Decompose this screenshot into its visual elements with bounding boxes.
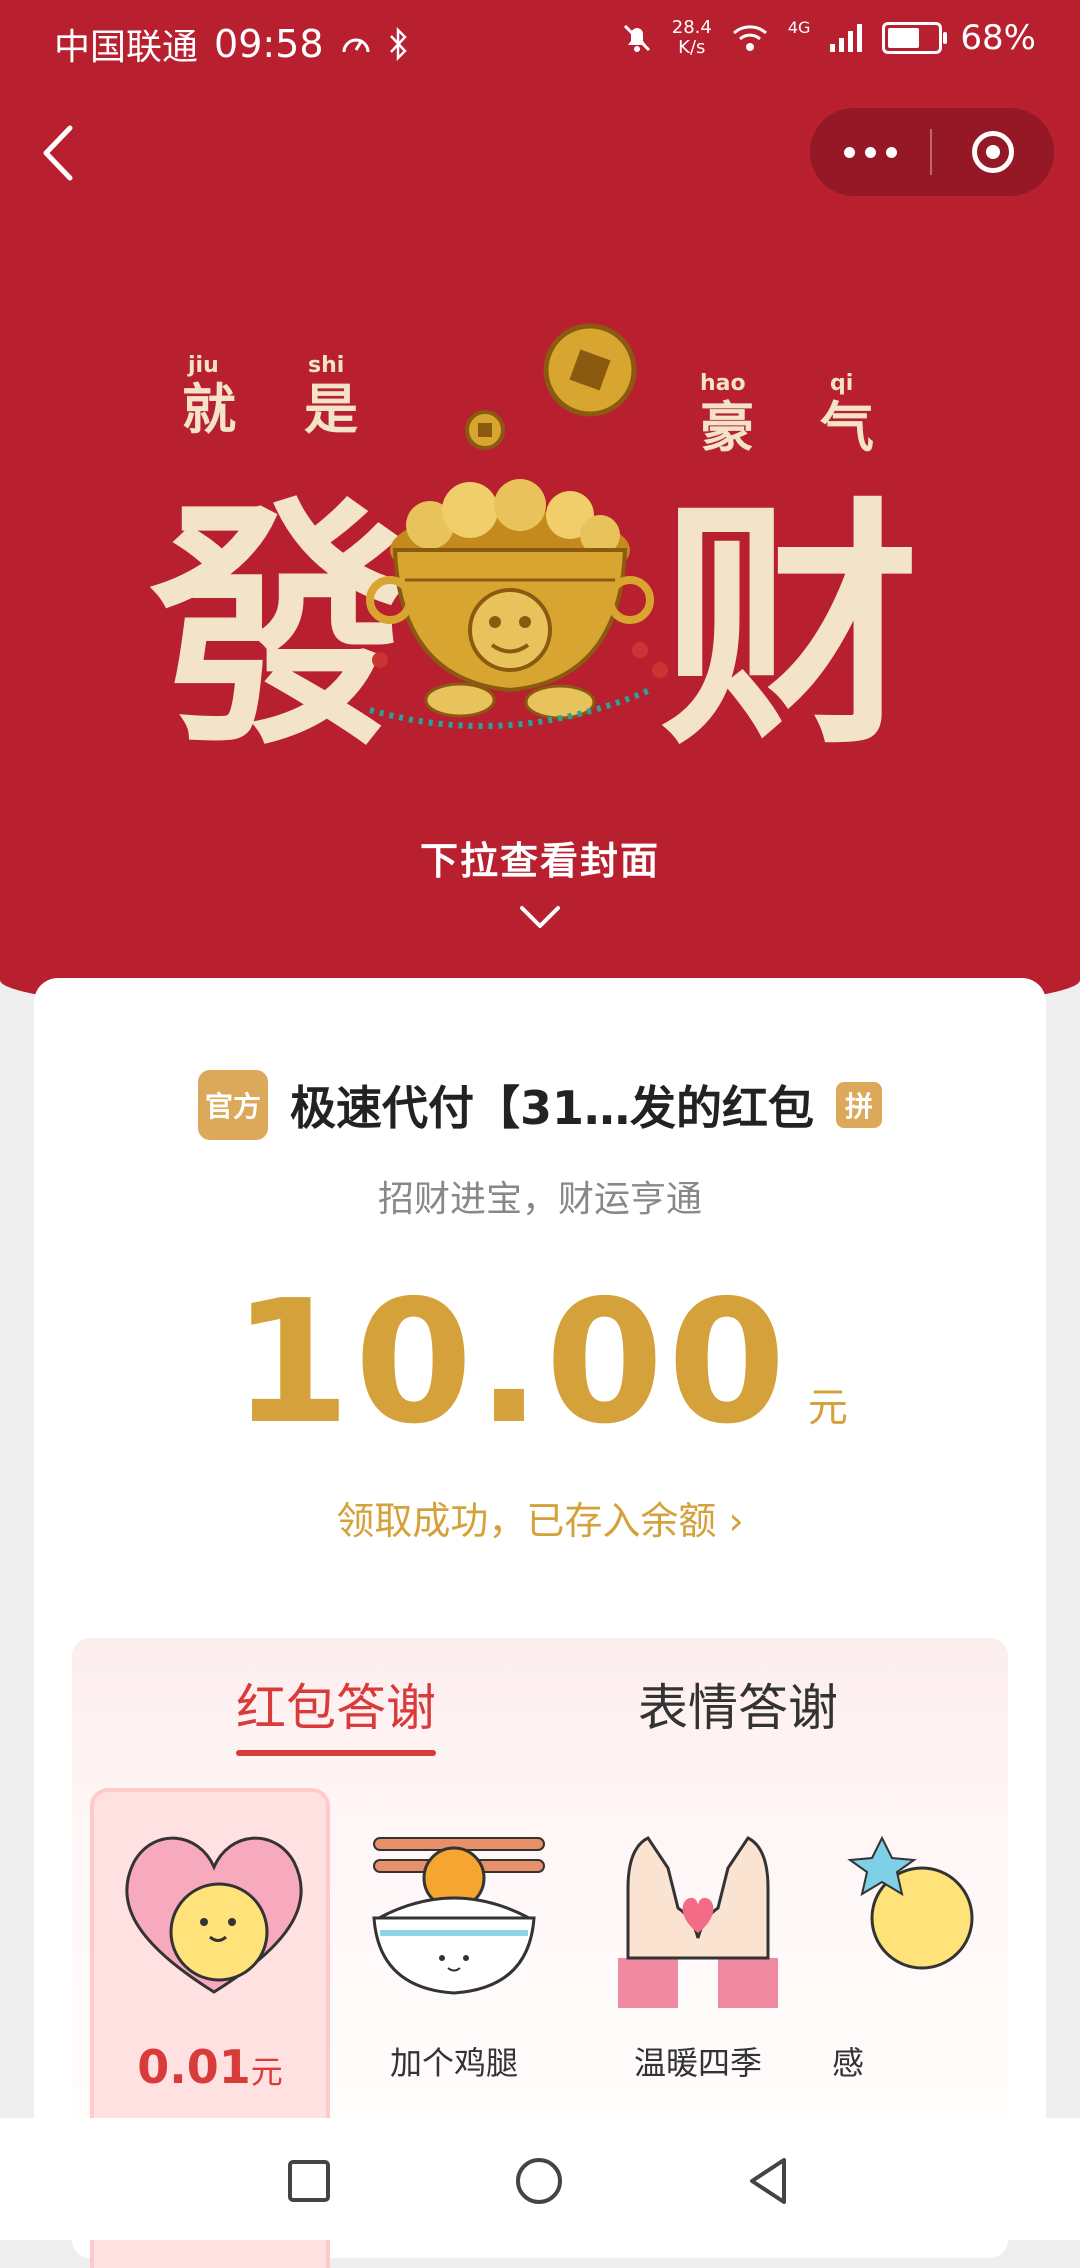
mute-bell-icon xyxy=(623,24,650,52)
big-char-fa: 發 xyxy=(146,478,410,770)
group-packet-badge: 拼 xyxy=(836,1082,882,1128)
tab-sticker-thanks[interactable]: 表情答谢 xyxy=(588,1668,888,1740)
sender-row: 官方 极速代付【31…发的红包 拼 xyxy=(34,1070,1046,1140)
home-icon[interactable] xyxy=(514,2156,564,2206)
target-icon xyxy=(972,131,1014,173)
red-packet-cover-art: jiu shi hao qi 就 是 豪 气 發 财 xyxy=(146,323,920,770)
gift-label: 温暖四季 xyxy=(633,2044,762,2082)
battery-percent: 68% xyxy=(960,18,1036,58)
gold-coin-icon xyxy=(465,323,637,450)
blessing-message: 招财进宝，财运亨通 xyxy=(377,1179,702,1220)
active-tab-indicator xyxy=(236,1750,436,1756)
mini-program-capsule xyxy=(810,108,1054,196)
gift-label: 感 xyxy=(832,2044,865,2082)
tab-red-packet-thanks[interactable]: 红包答谢 xyxy=(186,1668,486,1740)
char-hao: 豪 xyxy=(700,396,754,459)
rice-bowl-icon xyxy=(372,1837,545,1995)
char-qi: 气 xyxy=(820,396,874,459)
received-amount: 10.00 xyxy=(232,1264,790,1462)
carrier-label: 中国联通 xyxy=(54,27,199,68)
pinyin-hao: hao xyxy=(700,371,746,396)
amount-unit: 元 xyxy=(807,1385,848,1431)
battery-icon xyxy=(882,22,948,54)
system-navigation-bar xyxy=(0,2118,1080,2240)
gift-label: 加个鸡腿 xyxy=(389,2044,518,2082)
pull-down-hint[interactable]: 下拉查看封面 xyxy=(0,830,1080,885)
amount-row: 10.00 元 xyxy=(34,1278,1046,1448)
signal-icon xyxy=(830,24,863,52)
char-shi: 是 xyxy=(304,378,358,441)
treasure-bowl-icon xyxy=(366,479,668,729)
heart-hug-icon xyxy=(125,1836,303,1994)
back-triangle-icon[interactable] xyxy=(744,2156,794,2206)
balance-link[interactable]: 领取成功，已存入余额 › xyxy=(34,1490,1046,1545)
pinyin-qi: qi xyxy=(830,371,853,396)
network-speed: 28.4 K/s xyxy=(671,17,712,58)
wifi-icon xyxy=(732,25,767,51)
official-badge: 官方 xyxy=(197,1070,268,1140)
gift-price: 0.01元 xyxy=(137,2040,283,2094)
big-char-cai: 财 xyxy=(660,478,920,770)
close-mini-program-button[interactable] xyxy=(932,131,1054,173)
more-button[interactable] xyxy=(810,108,930,196)
speedometer-icon xyxy=(342,38,370,53)
hands-heart-icon xyxy=(618,1836,778,2008)
star-fruit-icon xyxy=(847,1835,974,1970)
network-type: 4G xyxy=(787,18,811,37)
recent-apps-icon[interactable] xyxy=(284,2156,334,2206)
pinyin-jiu: jiu xyxy=(187,353,219,378)
bluetooth-icon xyxy=(389,27,407,61)
char-jiu: 就 xyxy=(182,378,236,441)
pinyin-shi: shi xyxy=(308,353,344,378)
chevron-down-icon[interactable] xyxy=(516,900,564,934)
clock: 09:58 xyxy=(214,22,324,66)
status-bar: 中国联通 09:58 28.4 K/s 4G 68% xyxy=(0,0,1080,84)
back-arrow-icon[interactable] xyxy=(34,118,84,188)
red-packet-detail-card: 官方 极速代付【31…发的红包 拼 招财进宝，财运亨通 10.00 元 领取成功… xyxy=(34,978,1046,2268)
sender-name: 极速代付【31…发的红包 xyxy=(289,1081,814,1135)
